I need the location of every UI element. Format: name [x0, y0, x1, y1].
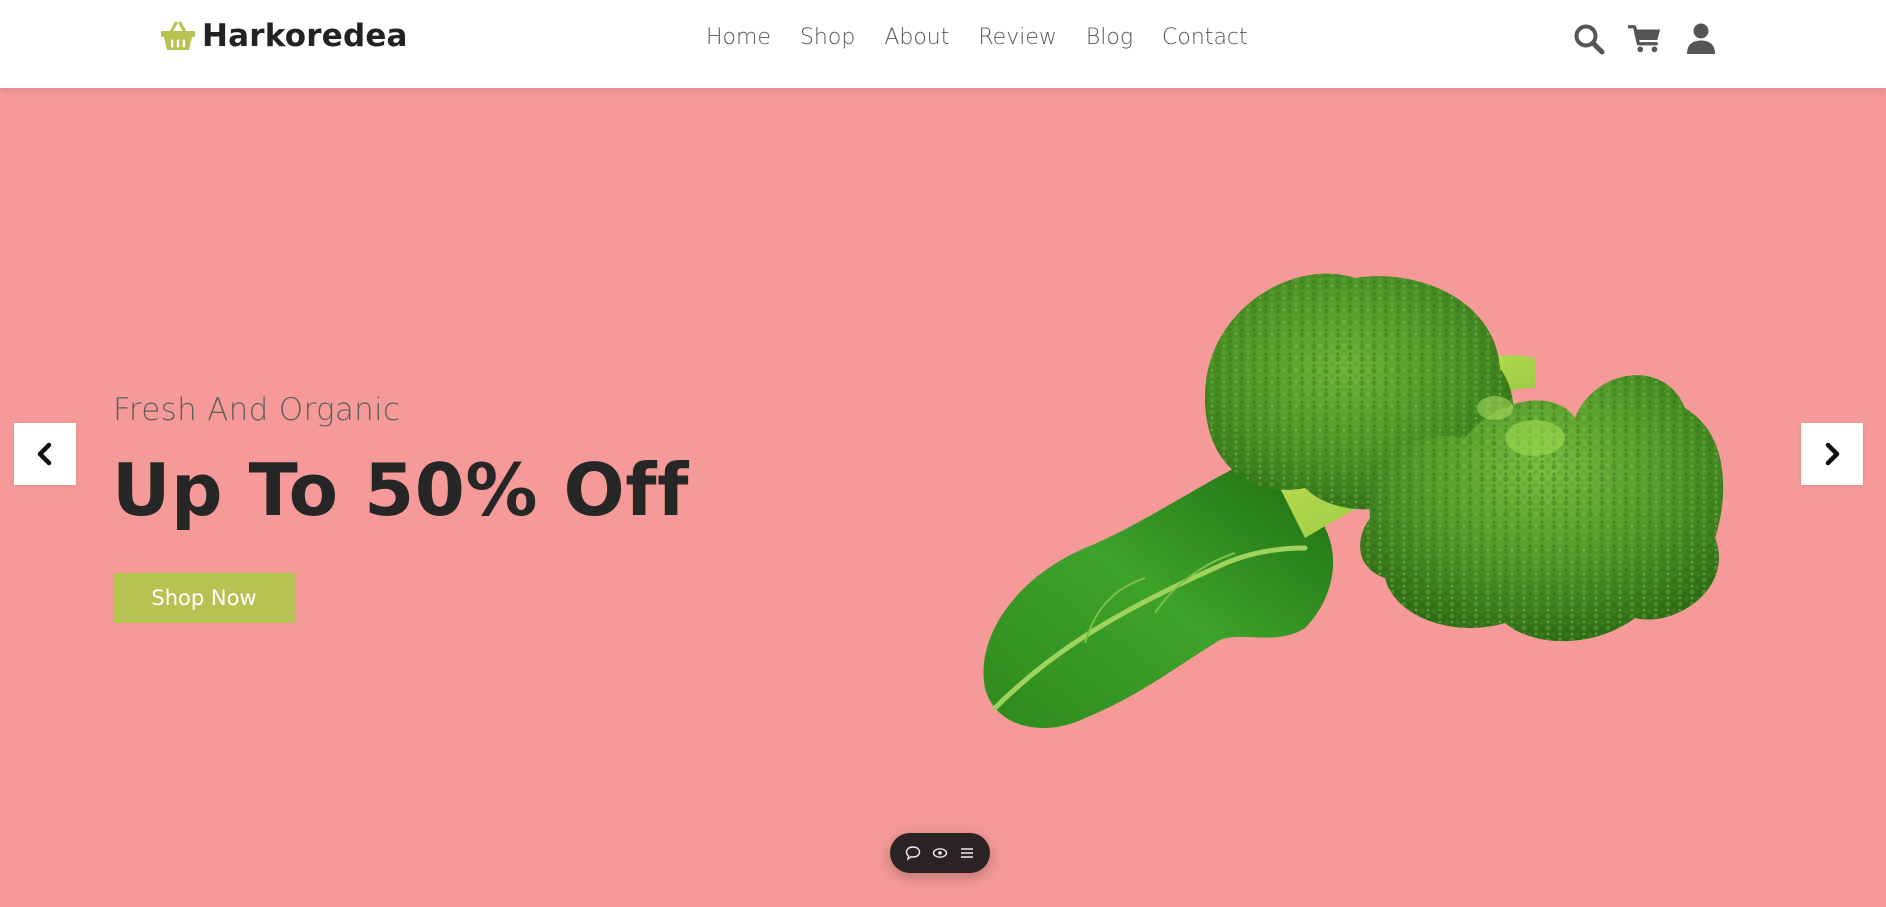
broccoli-image: [983, 273, 1724, 728]
nav-home[interactable]: Home: [706, 25, 771, 50]
comment-icon[interactable]: [902, 842, 924, 864]
brand-logo[interactable]: Harkoredea: [160, 18, 408, 54]
search-icon[interactable]: [1572, 22, 1606, 56]
nav-blog[interactable]: Blog: [1086, 25, 1133, 50]
nav-about[interactable]: About: [884, 25, 949, 50]
main-nav: Home Shop About Review Blog Contact: [706, 25, 1248, 50]
site-header: Harkoredea Home Shop About Review Blog C…: [0, 0, 1886, 88]
nav-review[interactable]: Review: [978, 25, 1057, 50]
cart-icon[interactable]: [1628, 22, 1662, 56]
user-icon[interactable]: [1684, 22, 1718, 56]
nav-contact[interactable]: Contact: [1162, 25, 1248, 50]
brand-name: Harkoredea: [202, 18, 408, 54]
slider-prev-button[interactable]: [14, 423, 76, 485]
shop-now-button[interactable]: Shop Now: [113, 573, 295, 623]
hero-title: Up To 50% Off: [112, 448, 689, 532]
floating-toolbar: [890, 833, 990, 873]
chevron-right-icon: [1825, 442, 1840, 466]
chevron-left-icon: [37, 442, 52, 466]
header-actions: [1572, 22, 1718, 56]
menu-icon[interactable]: [956, 842, 978, 864]
eye-icon[interactable]: [929, 842, 951, 864]
basket-icon: [161, 21, 195, 50]
hero-subtitle: Fresh And Organic: [113, 392, 401, 428]
nav-shop[interactable]: Shop: [800, 25, 855, 50]
slider-next-button[interactable]: [1801, 423, 1863, 485]
hero-slider: Fresh And Organic Up To 50% Off Shop Now: [0, 88, 1886, 907]
